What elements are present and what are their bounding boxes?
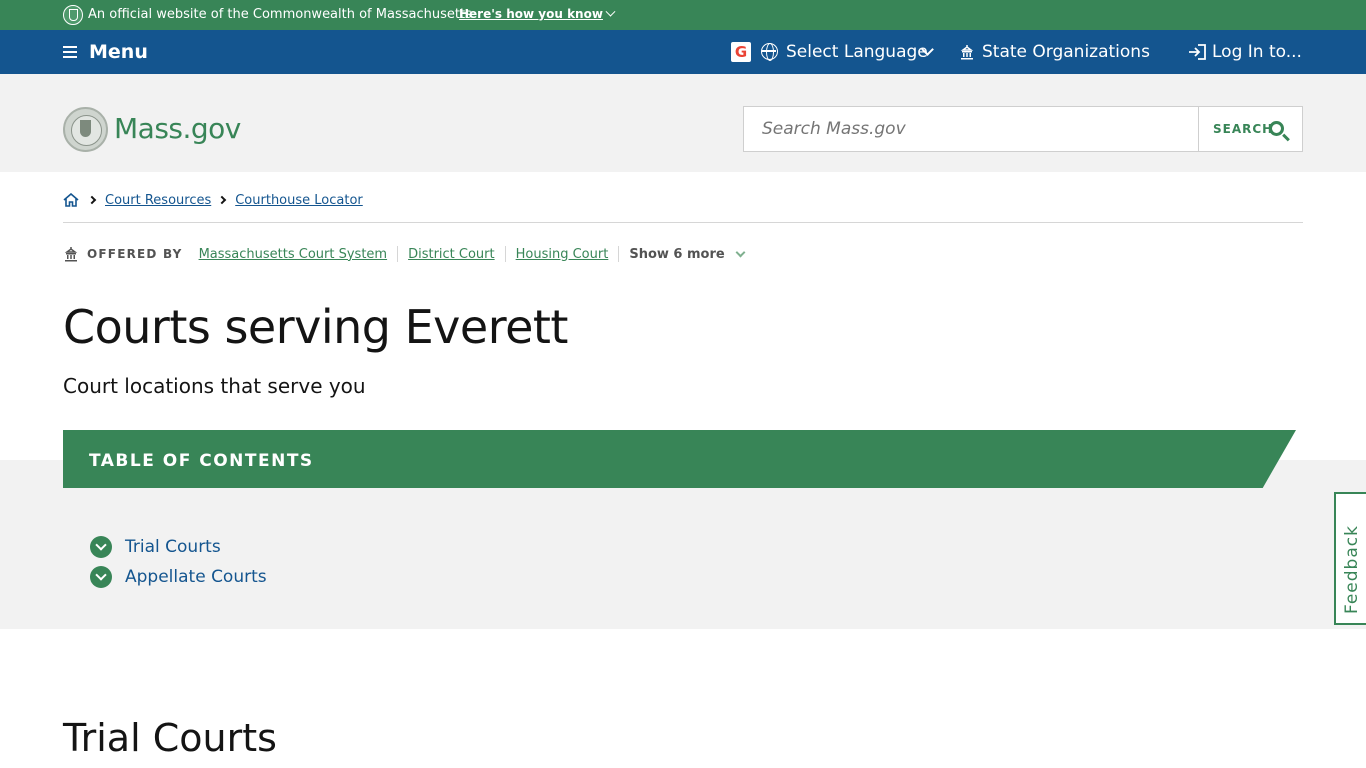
mass-seal-logo-icon[interactable] <box>63 107 108 152</box>
divider <box>397 246 399 262</box>
toc-title: TABLE OF CONTENTS <box>89 451 314 471</box>
toc-item-trial-courts[interactable]: Trial Courts <box>90 536 221 558</box>
offered-by-link-court-system[interactable]: Massachusetts Court System <box>199 247 388 262</box>
show-more-button[interactable]: Show 6 more <box>629 246 746 262</box>
home-icon[interactable] <box>63 193 79 207</box>
login-button[interactable]: Log In to... <box>1212 42 1302 62</box>
feedback-tab[interactable]: Feedback <box>1334 492 1366 625</box>
breadcrumb-courthouse-locator[interactable]: Courthouse Locator <box>235 193 363 208</box>
toc-item-appellate-courts[interactable]: Appellate Courts <box>90 566 267 588</box>
offered-by-label: OFFERED BY <box>87 247 183 261</box>
section-title-trial-courts: Trial Courts <box>63 716 277 760</box>
chevron-down-icon <box>735 247 746 257</box>
mass-gov-logo[interactable]: Mass.gov <box>114 112 241 145</box>
menu-label: Menu <box>89 41 148 63</box>
building-icon <box>64 247 78 262</box>
heres-how-you-know-link[interactable]: Here's how you know <box>459 6 616 21</box>
offered-by: OFFERED BY Massachusetts Court System Di… <box>63 244 746 264</box>
official-banner-text: An official website of the Commonwealth … <box>88 7 472 22</box>
breadcrumb-court-resources[interactable]: Court Resources <box>105 193 211 208</box>
utility-nav: Menu G Select Language State Organizatio… <box>0 30 1366 74</box>
page-subtitle: Court locations that serve you <box>63 374 366 398</box>
search-box <box>743 106 1199 152</box>
chevron-right-icon <box>217 195 227 205</box>
show-more-label: Show 6 more <box>629 246 725 262</box>
offered-by-link-district-court[interactable]: District Court <box>408 247 495 262</box>
state-organizations-button[interactable]: State Organizations <box>982 42 1150 62</box>
divider <box>618 246 620 262</box>
toc-link-label: Trial Courts <box>125 537 221 557</box>
login-icon <box>1189 44 1206 60</box>
chevron-right-icon <box>87 195 97 205</box>
search-button[interactable]: SEARCH <box>1198 106 1303 152</box>
google-translate-icon[interactable]: G <box>731 42 751 62</box>
massachusetts-seal-icon <box>63 5 83 25</box>
select-language-button[interactable]: Select Language <box>786 42 928 62</box>
menu-button[interactable]: Menu <box>63 41 148 63</box>
divider <box>504 246 506 262</box>
globe-icon <box>761 43 778 61</box>
chevron-down-circle-icon <box>90 536 112 558</box>
chevron-down-icon <box>605 6 616 17</box>
chevron-down-circle-icon <box>90 566 112 588</box>
toc-link-label: Appellate Courts <box>125 567 267 587</box>
breadcrumb: Court Resources Courthouse Locator <box>63 190 371 210</box>
official-banner: An official website of the Commonwealth … <box>0 0 1366 30</box>
search-input[interactable] <box>744 107 1198 151</box>
site-header: Mass.gov SEARCH <box>0 74 1366 172</box>
search-icon <box>1269 121 1284 136</box>
divider <box>63 222 1303 223</box>
heres-how-you-know-label: Here's how you know <box>459 7 603 21</box>
feedback-label: Feedback <box>1342 525 1362 614</box>
page-title: Courts serving Everett <box>63 300 568 354</box>
hamburger-icon <box>63 46 77 58</box>
offered-by-link-housing-court[interactable]: Housing Court <box>516 247 609 262</box>
building-icon <box>960 45 974 60</box>
search-button-label: SEARCH <box>1213 122 1274 136</box>
